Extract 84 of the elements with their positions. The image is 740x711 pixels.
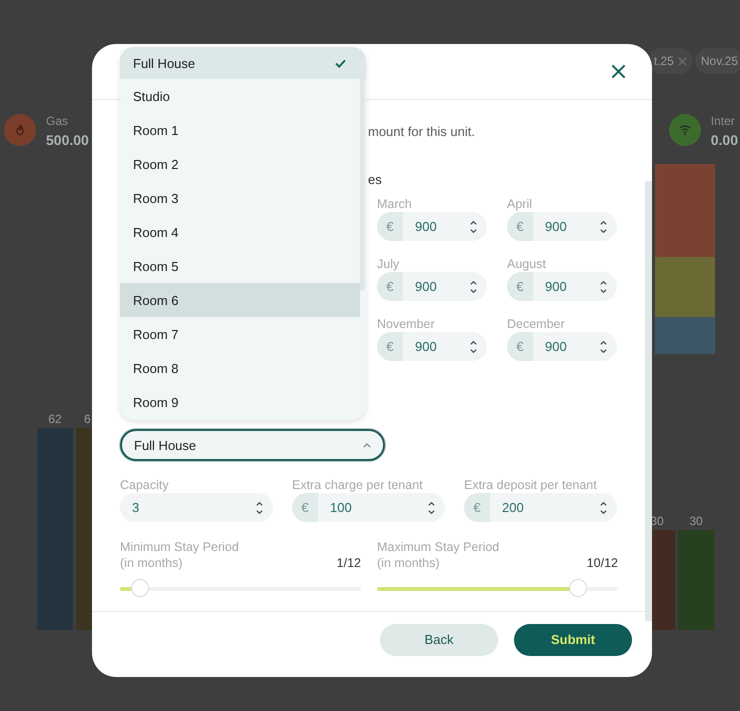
currency-prefix: € [507, 332, 533, 361]
check-icon [335, 58, 346, 68]
field-value: 900 [544, 219, 568, 234]
field-value: 100 [329, 500, 353, 515]
field-value: 200 [501, 500, 525, 515]
dropdown-option[interactable]: Room 1 [120, 113, 360, 147]
number-field[interactable]: € 900 [507, 272, 617, 301]
field-label: Extra deposit per tenant [464, 478, 598, 492]
stepper-icon[interactable] [599, 500, 608, 516]
dropdown-option[interactable]: Room 5 [120, 249, 360, 283]
field-value: 3 [131, 500, 140, 515]
slider-thumb[interactable] [131, 579, 149, 597]
field-label: November [377, 317, 436, 331]
field-value: 900 [544, 279, 568, 294]
description-text: mount for this unit. [368, 124, 476, 139]
caret-icon [363, 442, 371, 448]
number-field[interactable]: € 100 [292, 493, 445, 522]
filter-chip[interactable]: t.25 [648, 48, 693, 74]
stepper-icon[interactable] [599, 338, 608, 354]
stat-label: Gas [46, 114, 70, 128]
bar-value: 62 [48, 412, 62, 426]
chip-label: Nov.25 [700, 54, 738, 68]
number-field[interactable]: € 900 [507, 332, 617, 361]
dropdown-option[interactable]: Studio [120, 79, 360, 113]
dropdown-option[interactable]: Room 7 [120, 317, 360, 351]
stepper-icon[interactable] [469, 338, 478, 354]
field-value: 900 [544, 339, 568, 354]
dropdown-option[interactable]: Room 8 [120, 351, 360, 385]
number-field[interactable]: € 900 [507, 212, 617, 241]
currency-prefix: € [377, 272, 403, 301]
currency-prefix: € [464, 493, 490, 522]
scrollbar[interactable] [645, 181, 652, 621]
slider-thumb[interactable] [568, 579, 587, 597]
dropdown-option[interactable]: Room 6 [120, 283, 360, 317]
unit-select[interactable]: Full House [120, 429, 385, 461]
number-field[interactable]: € 900 [377, 272, 487, 301]
currency-prefix: € [377, 332, 403, 361]
chip-label: t.25 [654, 54, 674, 68]
filter-chip[interactable]: Nov.25 [694, 48, 740, 74]
close-button[interactable] [611, 64, 626, 79]
field-value: 900 [414, 279, 438, 294]
section-heading: es [368, 172, 383, 187]
dropdown-option[interactable]: Room 3 [120, 181, 360, 215]
field-value: 900 [414, 219, 438, 234]
currency-prefix: € [507, 212, 533, 241]
stepper-icon[interactable] [469, 218, 478, 234]
dropdown-option[interactable]: Room 4 [120, 215, 360, 249]
slider-reading: 10/12 [586, 556, 618, 570]
number-field[interactable]: € 900 [377, 212, 487, 241]
field-label: December [507, 317, 566, 331]
field-label: July [377, 257, 400, 271]
field-label: March [377, 197, 413, 211]
slider-label: Maximum Stay Period [377, 540, 500, 554]
number-field[interactable]: € 900 [377, 332, 487, 361]
stat-value: 500.00 [46, 132, 89, 148]
stepper-icon[interactable] [599, 278, 608, 294]
number-field[interactable]: 3 [120, 493, 273, 522]
dropdown-option[interactable]: Room 2 [120, 147, 360, 181]
field-value: 900 [414, 339, 438, 354]
slider-label: Minimum Stay Period [120, 540, 239, 554]
select-value: Full House [134, 438, 196, 452]
field-label: August [507, 257, 547, 271]
currency-prefix: € [507, 272, 533, 301]
stepper-icon[interactable] [469, 278, 478, 294]
bar-value: 6 [84, 412, 91, 426]
dropdown-option[interactable]: Full House [120, 47, 366, 79]
field-label: Capacity [120, 478, 170, 492]
stepper-icon[interactable] [599, 218, 608, 234]
currency-prefix: € [377, 212, 403, 241]
back-button[interactable]: Back [380, 624, 498, 656]
bar-value: 30 [689, 514, 703, 528]
slider-hint: (in months) [377, 556, 441, 570]
slider-reading: 1/12 [336, 556, 361, 570]
dropdown-option[interactable]: Room 9 [120, 385, 360, 419]
slider-hint: (in months) [120, 556, 184, 570]
currency-prefix: € [292, 493, 318, 522]
stat-value: 0.00 [710, 132, 738, 148]
stat-label: Inter [710, 114, 736, 128]
stepper-icon[interactable] [255, 500, 264, 516]
submit-button[interactable]: Submit [514, 624, 632, 656]
stepper-icon[interactable] [427, 500, 436, 516]
field-label: April [507, 197, 534, 211]
field-label: Extra charge per tenant [292, 478, 424, 492]
number-field[interactable]: € 200 [464, 493, 617, 522]
